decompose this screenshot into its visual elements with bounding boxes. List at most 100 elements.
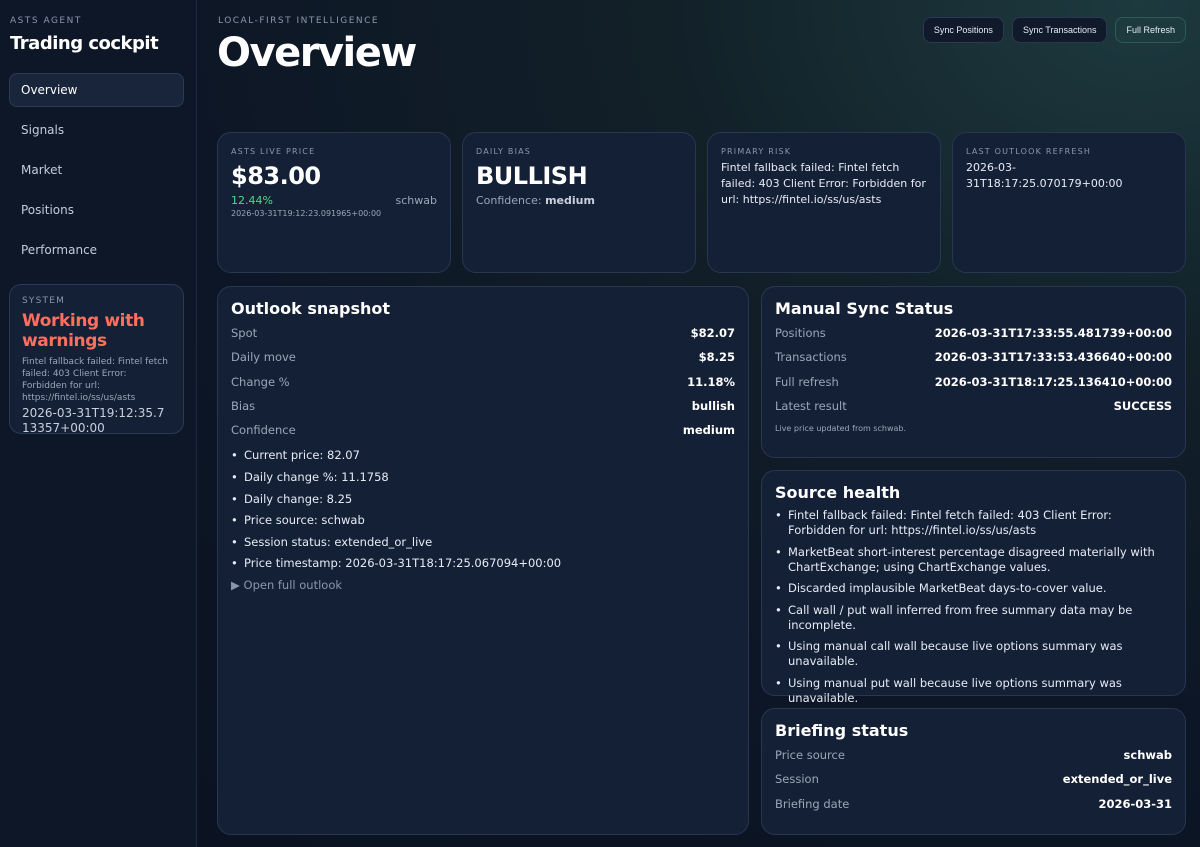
- list-item: Using manual call wall because live opti…: [775, 639, 1172, 669]
- sync-row-value: 2026-03-31T17:33:53.436640+00:00: [934, 350, 1172, 365]
- sync-row-key: Transactions: [775, 350, 847, 365]
- daily-bias-card: DAILY BIAS BULLISH Confidence: medium: [462, 132, 696, 273]
- list-item: Price source: schwab: [231, 513, 735, 528]
- list-item: Daily change: 8.25: [231, 492, 735, 507]
- outlook-row-value: medium: [682, 423, 735, 438]
- system-status-message: Fintel fallback failed: Fintel fetch fai…: [22, 357, 168, 403]
- disclosure-triangle-icon: ▶: [231, 578, 240, 593]
- confidence-value: medium: [545, 194, 595, 207]
- sidebar: ASTS AGENT Trading cockpit Overview Sign…: [0, 0, 197, 847]
- brand-title: Trading cockpit: [10, 33, 159, 54]
- outlook-row-value: $8.25: [698, 350, 735, 365]
- system-status-card: SYSTEM Working with warnings Fintel fall…: [9, 284, 184, 435]
- primary-risk-card: PRIMARY RISK Fintel fallback failed: Fin…: [707, 132, 941, 273]
- daily-bias-confidence: Confidence: medium: [476, 194, 682, 207]
- live-price-value: $83.00: [231, 162, 321, 190]
- list-item: Current price: 82.07: [231, 448, 735, 463]
- list-item: Session status: extended_or_live: [231, 535, 735, 550]
- list-item: Price timestamp: 2026-03-31T18:17:25.067…: [231, 556, 735, 571]
- manual-sync-panel: Manual Sync Status Positions 2026-03-31T1…: [761, 286, 1186, 458]
- sidebar-nav: Overview Signals Market Positions Perfor…: [9, 73, 184, 273]
- outlook-row-value: 11.18%: [687, 374, 735, 389]
- last-refresh-label: LAST OUTLOOK REFRESH: [966, 147, 1092, 156]
- sync-transactions-button[interactable]: Sync Transactions: [1011, 17, 1108, 43]
- sync-row-value: SUCCESS: [1113, 399, 1172, 414]
- list-item: MarketBeat short-interest percentage dis…: [775, 545, 1172, 575]
- system-status-time: 2026-03-31T19:12:35.713357+00:00: [22, 406, 165, 435]
- full-refresh-button[interactable]: Full Refresh: [1115, 17, 1186, 43]
- briefing-status-panel: Briefing status Price source schwab Sessi…: [761, 708, 1186, 835]
- page-title: Overview: [217, 30, 417, 76]
- live-price-meta: 12.44% schwab: [231, 194, 437, 207]
- live-price-label: ASTS LIVE PRICE: [231, 147, 316, 156]
- open-full-outlook-toggle[interactable]: ▶ Open full outlook: [231, 578, 735, 592]
- briefing-row-key: Price source: [775, 748, 845, 763]
- briefing-title: Briefing status: [775, 721, 909, 740]
- list-item: Fintel fallback failed: Fintel fetch fai…: [775, 508, 1172, 538]
- brand-eyebrow: ASTS AGENT: [10, 16, 82, 26]
- system-eyebrow: SYSTEM: [22, 296, 66, 306]
- outlook-row-key: Spot: [231, 326, 258, 341]
- briefing-row: Session extended_or_live: [775, 767, 1172, 791]
- health-bullets: Fintel fallback failed: Fintel fetch fai…: [775, 508, 1172, 706]
- sync-row-key: Latest result: [775, 399, 847, 414]
- outlook-row-value: bullish: [691, 399, 735, 414]
- list-item: Discarded implausible MarketBeat days-to…: [775, 581, 1172, 596]
- outlook-row-key: Bias: [231, 399, 256, 414]
- health-title: Source health: [775, 483, 901, 502]
- outlook-title: Outlook snapshot: [231, 299, 391, 318]
- outlook-row: Bias bullish: [231, 394, 735, 418]
- briefing-row-value: schwab: [1123, 748, 1172, 763]
- outlook-row: Spot $82.07: [231, 321, 735, 345]
- briefing-row: Price source schwab: [775, 743, 1172, 767]
- sync-row: Transactions 2026-03-31T17:33:53.436640+0…: [775, 345, 1172, 369]
- briefing-row-key: Session: [775, 772, 819, 787]
- briefing-row-value: extended_or_live: [1062, 772, 1172, 787]
- outlook-snapshot-panel: Outlook snapshot Spot $82.07 Daily move $8…: [217, 286, 749, 835]
- header-actions: Sync Positions Sync Transactions Full Re…: [922, 17, 1186, 43]
- outlook-row-key: Daily move: [231, 350, 296, 365]
- briefing-row-value: 2026-03-31: [1098, 796, 1172, 811]
- list-item: Call wall / put wall inferred from free …: [775, 603, 1172, 633]
- list-item: Daily change %: 11.1758: [231, 470, 735, 485]
- last-refresh-card: LAST OUTLOOK REFRESH 2026-03-31T18:17:25…: [952, 132, 1186, 273]
- daily-bias-value: BULLISH: [476, 162, 588, 190]
- sync-row-value: 2026-03-31T17:33:55.481739+00:00: [934, 326, 1172, 341]
- nav-item-market[interactable]: Market: [9, 153, 184, 187]
- briefing-row: Briefing date 2026-03-31: [775, 792, 1172, 816]
- last-refresh-time: 2026-03-31T18:17:25.070179+00:00: [966, 161, 1123, 190]
- outlook-row: Change % 11.18%: [231, 370, 735, 394]
- primary-risk-text: Fintel fallback failed: Fintel fetch fai…: [721, 161, 926, 206]
- live-price-card: ASTS LIVE PRICE $83.00 12.44% schwab 202…: [217, 132, 451, 273]
- briefing-row-key: Briefing date: [775, 796, 850, 811]
- sync-row-value: 2026-03-31T18:17:25.136410+00:00: [934, 374, 1172, 389]
- outlook-row-key: Change %: [231, 374, 290, 389]
- sync-row: Full refresh 2026-03-31T18:17:25.136410+0…: [775, 370, 1172, 394]
- sync-row-key: Positions: [775, 326, 826, 341]
- list-item: Using manual put wall because live optio…: [775, 676, 1172, 706]
- daily-bias-label: DAILY BIAS: [476, 147, 532, 156]
- outlook-row: Daily move $8.25: [231, 345, 735, 369]
- outlook-row-value: $82.07: [690, 326, 735, 341]
- sync-row-key: Full refresh: [775, 374, 839, 389]
- page-eyebrow: LOCAL-FIRST INTELLIGENCE: [218, 16, 380, 26]
- confidence-label: Confidence:: [476, 194, 542, 207]
- nav-item-overview[interactable]: Overview: [9, 73, 184, 107]
- sync-row: Positions 2026-03-31T17:33:55.481739+00:0…: [775, 321, 1172, 345]
- live-price-source: schwab: [395, 194, 437, 207]
- outlook-bullets: Current price: 82.07 Daily change %: 11.…: [231, 448, 735, 571]
- sync-note: Live price updated from schwab.: [775, 424, 907, 434]
- live-price-time: 2026-03-31T19:12:23.091965+00:00: [231, 209, 382, 218]
- nav-item-performance[interactable]: Performance: [9, 233, 184, 267]
- source-health-panel: Source health Fintel fallback failed: Fi…: [761, 470, 1186, 705]
- system-status-title: Working with warnings: [22, 311, 145, 351]
- outlook-row: Confidence medium: [231, 418, 735, 442]
- nav-item-positions[interactable]: Positions: [9, 193, 184, 227]
- outlook-row-key: Confidence: [231, 423, 296, 438]
- sync-row: Latest result SUCCESS: [775, 394, 1172, 418]
- open-full-outlook-label: Open full outlook: [243, 578, 343, 593]
- live-price-change: 12.44%: [231, 194, 273, 207]
- sync-positions-button[interactable]: Sync Positions: [922, 17, 1004, 43]
- sync-title: Manual Sync Status: [775, 299, 954, 318]
- nav-item-signals[interactable]: Signals: [9, 113, 184, 147]
